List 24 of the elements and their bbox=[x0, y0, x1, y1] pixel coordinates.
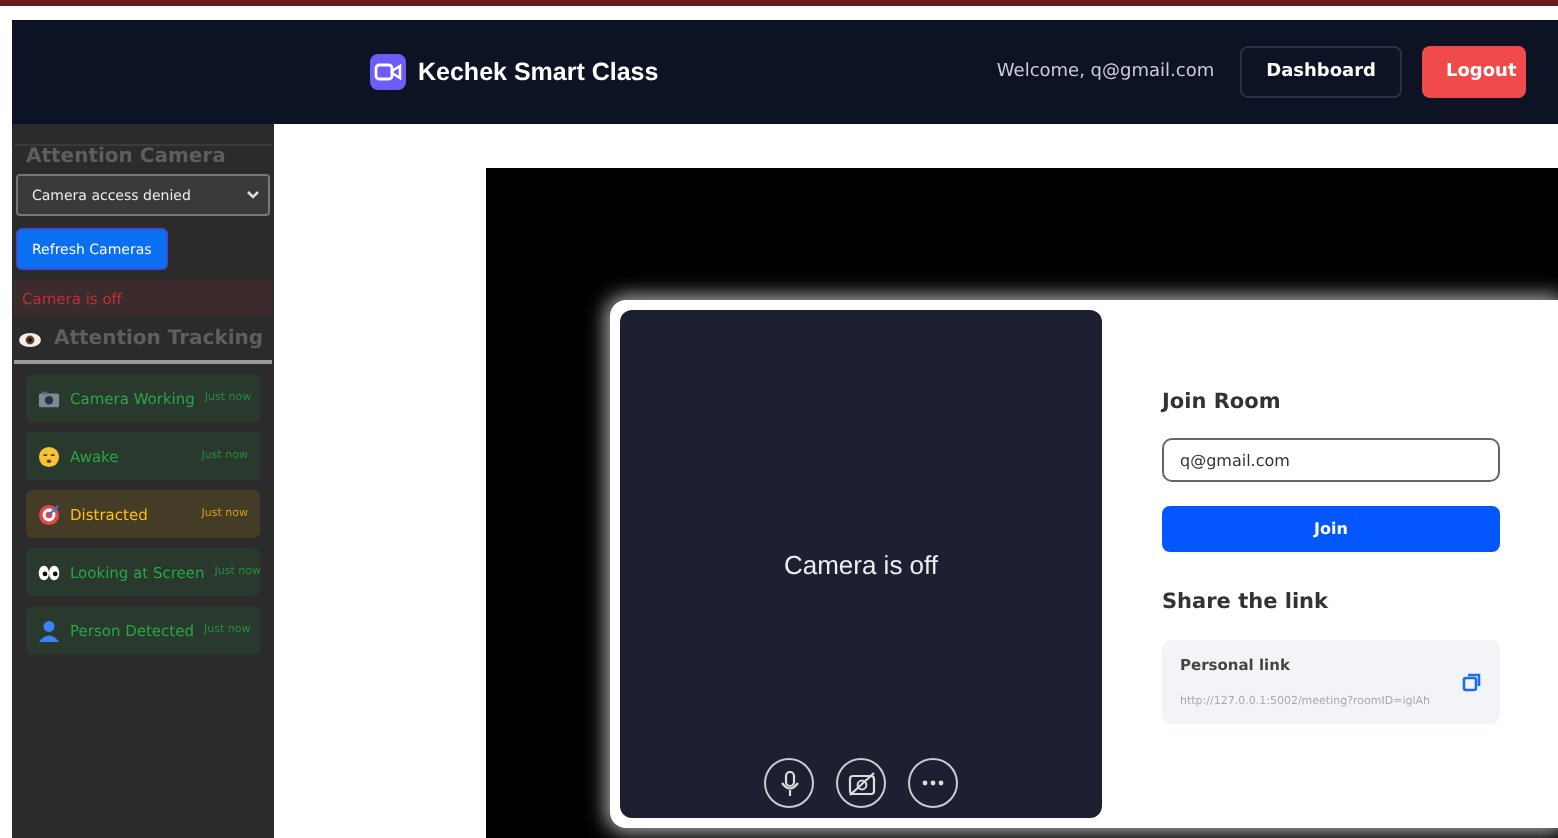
camera-off-message: Camera is off bbox=[783, 549, 939, 579]
logout-button[interactable]: Logout bbox=[1422, 46, 1526, 98]
dashboard-button[interactable]: Dashboard bbox=[1240, 46, 1402, 98]
camera-off-icon bbox=[847, 771, 875, 795]
more-icon bbox=[922, 780, 944, 786]
target-icon bbox=[38, 503, 60, 525]
join-room-heading: Join Room bbox=[1162, 390, 1283, 414]
camera-icon bbox=[38, 387, 60, 409]
eyes-icon bbox=[38, 561, 60, 583]
camera-toggle-button[interactable] bbox=[836, 758, 886, 808]
sleepy-face-icon bbox=[38, 445, 60, 467]
microphone-icon bbox=[777, 769, 801, 797]
eye-icon bbox=[18, 331, 42, 347]
copy-icon[interactable] bbox=[1462, 672, 1482, 692]
share-link-heading: Share the link bbox=[1162, 590, 1331, 614]
more-options-button[interactable] bbox=[908, 758, 958, 808]
join-button[interactable]: Join bbox=[1162, 506, 1500, 552]
microphone-button[interactable] bbox=[764, 758, 814, 808]
chevron-down-icon bbox=[246, 190, 260, 200]
welcome-text: Welcome, q@gmail.com bbox=[996, 62, 1215, 82]
person-icon bbox=[38, 619, 60, 641]
brand-name: Kechek Smart Class bbox=[418, 58, 659, 86]
name-input-field[interactable]: q@gmail.com bbox=[1162, 438, 1500, 482]
video-camera-icon bbox=[370, 54, 406, 90]
